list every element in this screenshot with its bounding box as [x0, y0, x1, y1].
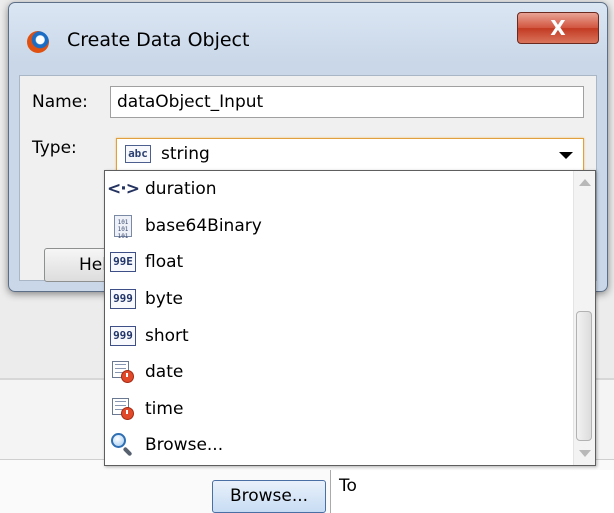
scroll-up-icon[interactable]	[579, 179, 591, 186]
list-item-label: duration	[145, 179, 217, 200]
list-item-byte[interactable]: 999 byte	[105, 281, 573, 318]
to-field[interactable]: To	[330, 470, 614, 513]
app-icon	[27, 31, 49, 53]
list-item-time[interactable]: time	[105, 391, 573, 428]
to-label: To	[339, 476, 357, 496]
name-label: Name:	[32, 92, 88, 112]
list-item-label: base64Binary	[145, 215, 262, 236]
binary-file-icon: 101 101 101	[109, 214, 137, 240]
list-item-label: date	[145, 362, 184, 383]
list-item-short[interactable]: 999 short	[105, 317, 573, 354]
list-item-label: time	[145, 398, 184, 419]
string-type-icon: abc	[125, 145, 151, 163]
calendar-clock-icon	[109, 361, 137, 384]
list-item-label: float	[145, 252, 184, 273]
type-options: <·> duration 101 101 101 base64Binary 99E …	[105, 171, 573, 464]
list-item-browse[interactable]: Browse...	[105, 427, 573, 464]
chevron-down-icon[interactable]	[559, 152, 573, 159]
float-badge-icon: 99E	[109, 251, 137, 273]
background-browse-button[interactable]: Browse...	[212, 480, 326, 513]
scroll-down-icon[interactable]	[579, 450, 591, 457]
duration-icon: <·>	[107, 179, 140, 200]
list-item-label: Browse...	[145, 435, 224, 456]
number-badge-icon: 999	[109, 325, 137, 347]
search-icon	[109, 433, 137, 457]
list-item-label: byte	[145, 289, 183, 310]
list-item-date[interactable]: date	[105, 354, 573, 391]
list-item-base64binary[interactable]: 101 101 101 base64Binary	[105, 208, 573, 245]
calendar-clock-icon	[109, 397, 137, 420]
close-button[interactable]: X	[517, 12, 599, 44]
type-select[interactable]: abc string	[116, 138, 584, 172]
type-selected-value: string	[161, 144, 210, 164]
scrollbar-thumb[interactable]	[576, 311, 592, 441]
list-item-float[interactable]: 99E float	[105, 244, 573, 281]
dialog-titlebar[interactable]: Create Data Object X	[9, 3, 607, 73]
dialog-title: Create Data Object	[67, 29, 250, 51]
name-input[interactable]	[110, 86, 584, 118]
type-dropdown-list[interactable]: <·> duration 101 101 101 base64Binary 99E …	[104, 170, 596, 466]
type-label: Type:	[32, 138, 77, 158]
number-badge-icon: 999	[109, 288, 137, 310]
list-item-label: short	[145, 325, 189, 346]
dropdown-scrollbar[interactable]	[573, 171, 595, 465]
list-item-duration[interactable]: <·> duration	[105, 171, 573, 208]
